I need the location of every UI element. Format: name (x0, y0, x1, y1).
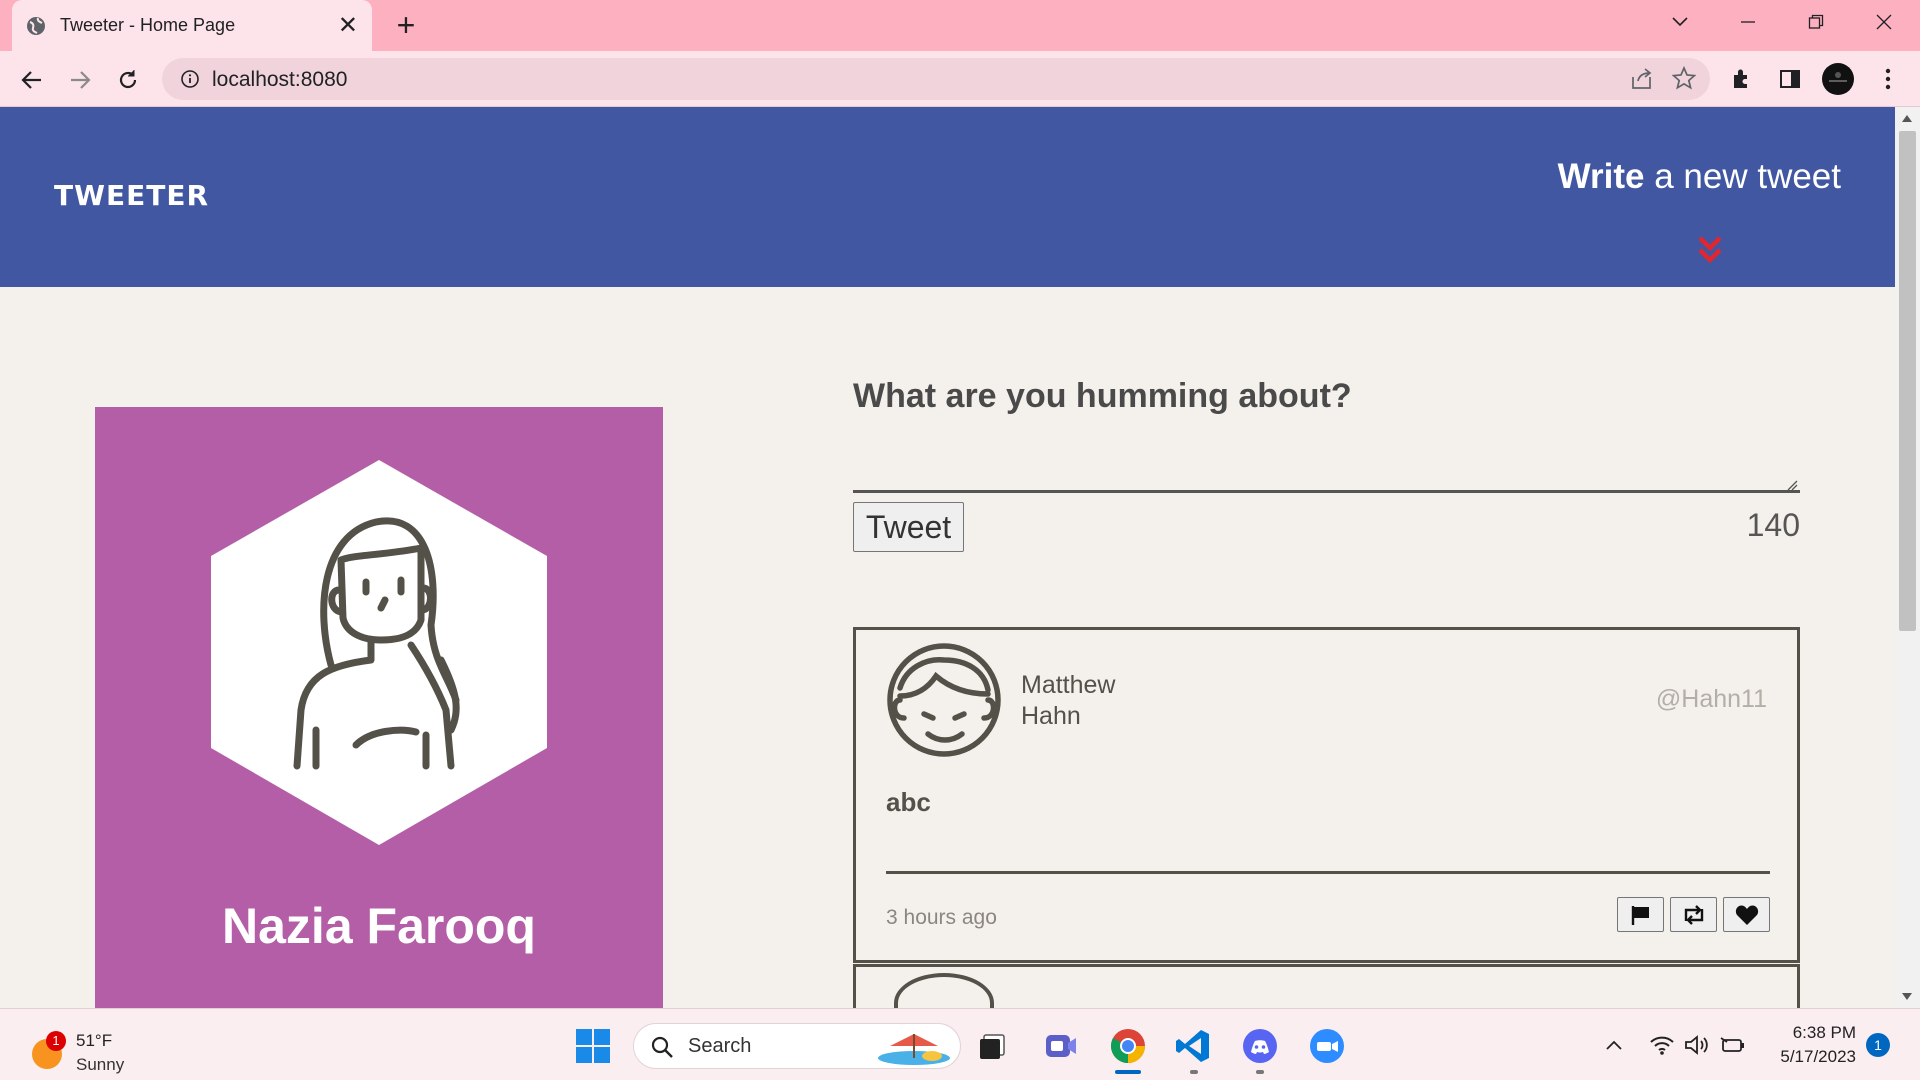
tab-title: Tweeter - Home Page (60, 15, 236, 35)
zoom-icon[interactable] (1306, 1025, 1348, 1067)
forward-button[interactable] (60, 60, 100, 100)
tab-search-chevron-icon[interactable] (1660, 6, 1700, 40)
profile-card: Nazia Farooq (95, 407, 663, 1008)
tweet-textarea[interactable] (853, 437, 1800, 493)
page-viewport: TWEETER Write a new tweet Nazia Farooq W… (0, 107, 1895, 1008)
new-tab-button[interactable]: + (390, 8, 422, 42)
tweet-divider (886, 871, 1770, 874)
tweet-author-handle: @Hahn11 (1655, 685, 1767, 713)
weather-widget[interactable]: 1 51°F Sunny (28, 1023, 168, 1074)
share-icon[interactable] (1630, 68, 1654, 90)
tab-strip: Tweeter - Home Page ✕ + (0, 0, 1920, 51)
address-bar[interactable]: localhost:8080 (162, 58, 1710, 100)
task-view-icon[interactable] (972, 1025, 1014, 1067)
user-avatar-icon (894, 973, 994, 1008)
url-text[interactable]: localhost:8080 (212, 68, 347, 92)
globe-icon (27, 16, 45, 35)
chrome-icon[interactable] (1107, 1025, 1149, 1067)
tweet-submit-button[interactable]: Tweet (853, 502, 964, 552)
browser-tab[interactable]: Tweeter - Home Page ✕ (12, 0, 372, 51)
profile-avatar-icon[interactable] (1820, 61, 1856, 97)
scroll-up-arrow-icon[interactable] (1902, 115, 1912, 122)
compose-heading: What are you humming about? (853, 377, 1352, 415)
flag-icon (1631, 905, 1649, 925)
tweet-card: Matthew Hahn @Hahn11 abc 3 hours ago (853, 627, 1800, 963)
like-button[interactable] (1723, 897, 1770, 932)
bookmark-star-icon[interactable] (1672, 66, 1696, 90)
tweet-timestamp: 3 hours ago (886, 906, 997, 929)
chrome-active-indicator (1115, 1070, 1141, 1074)
tweet-content: abc (886, 787, 931, 817)
search-label: Search (688, 1035, 752, 1057)
weather-temperature: 51°F (76, 1031, 113, 1050)
taskbar-search-box[interactable]: Search (633, 1023, 961, 1069)
wifi-icon[interactable] (1649, 1031, 1675, 1059)
double-chevron-down-icon[interactable] (1697, 235, 1723, 265)
resize-grip-icon[interactable] (1786, 479, 1798, 491)
volume-icon[interactable] (1684, 1031, 1710, 1059)
profile-avatar-woman-icon (211, 460, 547, 845)
browser-menu-icon[interactable] (1870, 61, 1906, 97)
minimize-button[interactable] (1728, 6, 1768, 40)
retweet-button[interactable] (1670, 897, 1717, 932)
tweet-card-partial (853, 964, 1800, 1008)
extensions-puzzle-icon[interactable] (1724, 61, 1760, 97)
scrollbar-thumb[interactable] (1899, 131, 1916, 631)
battery-icon[interactable] (1720, 1031, 1746, 1059)
write-bold-text: Write (1557, 157, 1645, 196)
weather-badge: 1 (46, 1031, 66, 1051)
clock-date: 5/17/2023 (1780, 1047, 1856, 1066)
discord-running-indicator (1256, 1070, 1264, 1074)
search-highlight-icon (878, 1034, 950, 1065)
back-button[interactable] (12, 60, 52, 100)
tweet-actions (1617, 897, 1770, 932)
tweet-author-name: Matthew Hahn (1021, 671, 1116, 730)
write-rest-text: a new tweet (1644, 157, 1841, 196)
user-avatar-man-icon (887, 643, 1001, 757)
clock-time: 6:38 PM (1792, 1023, 1856, 1042)
site-header: TWEETER Write a new tweet (0, 107, 1895, 287)
page-scrollbar[interactable] (1895, 107, 1920, 1008)
retweet-icon (1684, 904, 1703, 925)
side-panel-icon[interactable] (1772, 61, 1808, 97)
notification-badge[interactable]: 1 (1866, 1033, 1890, 1057)
compose-tweet-form: What are you humming about? Tweet 140 (853, 377, 1800, 552)
flag-button[interactable] (1617, 897, 1664, 932)
vscode-icon[interactable] (1172, 1025, 1214, 1067)
close-window-button[interactable] (1864, 6, 1904, 40)
profile-name: Nazia Farooq (222, 898, 536, 954)
close-tab-icon[interactable]: ✕ (338, 13, 358, 38)
reload-button[interactable] (108, 60, 148, 100)
site-info-icon[interactable] (180, 69, 200, 89)
vscode-running-indicator (1190, 1070, 1198, 1074)
search-icon (651, 1036, 673, 1058)
show-hidden-icons-chevron[interactable] (1601, 1031, 1627, 1059)
windows-start-icon[interactable] (572, 1025, 614, 1067)
weather-condition: Sunny (76, 1055, 125, 1074)
teams-chat-icon[interactable] (1040, 1025, 1082, 1067)
restore-button[interactable] (1796, 6, 1836, 40)
windows-taskbar: 1 51°F Sunny Search 6:38 PM 5/17/2023 1 (0, 1008, 1920, 1080)
write-new-tweet-link[interactable]: Write a new tweet (1558, 157, 1841, 197)
scroll-down-arrow-icon[interactable] (1902, 993, 1912, 1000)
discord-icon[interactable] (1239, 1025, 1281, 1067)
system-clock[interactable]: 6:38 PM 5/17/2023 (1766, 1021, 1856, 1069)
character-counter: 140 (1746, 507, 1800, 543)
heart-icon (1735, 905, 1758, 925)
brand-logo[interactable]: TWEETER (54, 179, 209, 212)
